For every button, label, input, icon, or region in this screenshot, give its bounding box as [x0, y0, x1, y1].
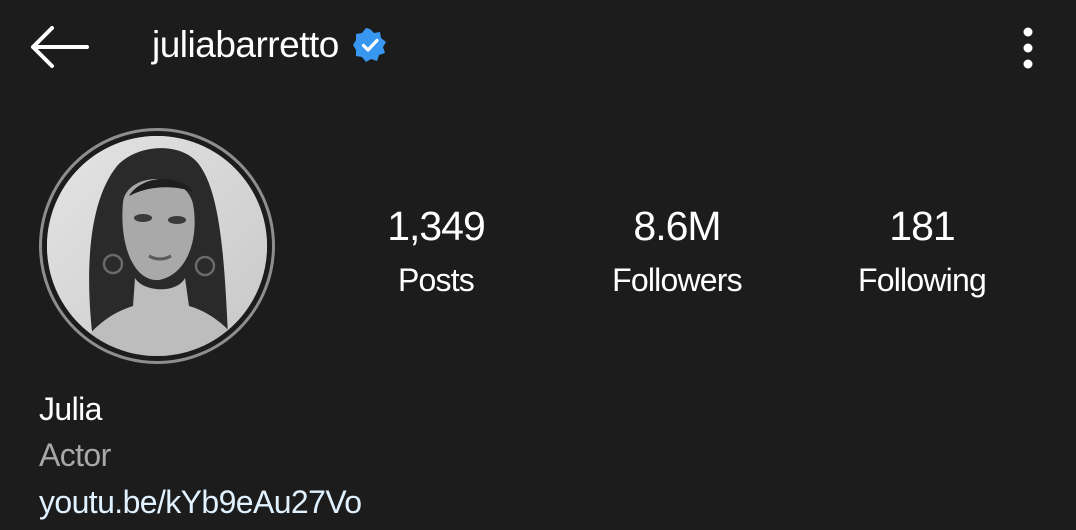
- more-options-button[interactable]: [1005, 22, 1051, 74]
- back-button[interactable]: [22, 18, 94, 76]
- avatar[interactable]: [47, 136, 267, 356]
- username: juliabarretto: [152, 24, 339, 65]
- bio-link[interactable]: youtu.be/kYb9eAu27Vo: [39, 478, 362, 526]
- verified-badge-icon: [352, 28, 387, 62]
- followers-count: 8.6M: [633, 203, 721, 249]
- profile-category: Actor: [39, 437, 111, 473]
- following-label: Following: [858, 262, 987, 298]
- profile-header: juliabarretto: [0, 0, 1076, 100]
- arrow-left-icon: [31, 26, 89, 68]
- profile-name: Julia: [39, 391, 102, 427]
- posts-label: Posts: [397, 262, 475, 298]
- username-container: juliabarretto: [152, 24, 387, 66]
- posts-count: 1,349: [387, 203, 486, 249]
- profile-photo: [47, 136, 267, 356]
- stat-following[interactable]: 181 Following: [812, 200, 1032, 308]
- avatar-ring[interactable]: [39, 128, 275, 364]
- followers-label: Followers: [612, 262, 743, 298]
- more-vertical-icon: [1023, 27, 1033, 69]
- following-count: 181: [889, 203, 955, 249]
- bio-section: Julia Actor youtu.be/kYb9eAu27Vo: [39, 386, 362, 526]
- stat-posts[interactable]: 1,349 Posts: [326, 200, 546, 308]
- stat-followers[interactable]: 8.6M Followers: [567, 200, 787, 308]
